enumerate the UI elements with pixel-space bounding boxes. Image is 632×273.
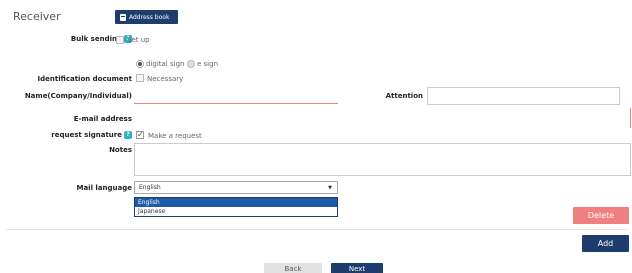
language-option-english[interactable]: English <box>135 198 337 207</box>
next-button[interactable]: Next <box>331 263 383 273</box>
attention-label: Attention <box>385 92 423 100</box>
request-signature-label: request signature? <box>51 131 132 139</box>
email-input[interactable] <box>134 108 631 128</box>
name-label: Name(Company/Individual) <box>24 92 132 100</box>
section-title: Receiver <box>13 10 61 23</box>
mail-language-dropdown: English Japanese <box>134 197 338 217</box>
chevron-down-icon: ▼ <box>328 184 332 191</box>
e-sign-label: e sign <box>197 60 219 68</box>
bulk-sending-option-label: Set up <box>127 36 150 44</box>
add-button[interactable]: Add <box>582 235 629 252</box>
language-option-japanese[interactable]: Japanese <box>135 207 337 216</box>
email-label: E-mail address <box>73 115 132 123</box>
divider <box>6 229 628 230</box>
mail-language-select[interactable]: English ▼ <box>134 181 338 194</box>
request-signature-option-label: Make a request <box>148 132 202 140</box>
name-input[interactable] <box>134 87 338 104</box>
digital-sign-radio[interactable] <box>136 60 144 68</box>
e-sign-radio[interactable] <box>187 60 195 68</box>
identification-label: Identification document <box>37 75 132 83</box>
bulk-sending-checkbox[interactable] <box>116 36 124 44</box>
notes-textarea[interactable] <box>134 143 631 176</box>
request-signature-help-icon[interactable]: ? <box>124 131 132 139</box>
bulk-sending-text: Bulk sending <box>70 35 122 43</box>
notes-label: Notes <box>109 146 132 154</box>
back-button[interactable]: Back <box>264 263 322 273</box>
address-book-label: Address book <box>129 13 170 21</box>
digital-sign-label: digital sign <box>146 60 185 68</box>
identification-option-label: Necessary <box>147 75 184 83</box>
request-signature-text: request signature <box>51 131 122 139</box>
request-signature-checkbox[interactable]: ✓ <box>136 131 144 139</box>
address-book-button[interactable]: Address book <box>115 10 178 24</box>
book-icon <box>120 13 126 21</box>
mail-language-value: English <box>139 184 161 191</box>
delete-button[interactable]: Delete <box>573 207 629 224</box>
attention-input[interactable] <box>427 87 620 105</box>
mail-language-label: Mail language <box>76 184 132 192</box>
identification-checkbox[interactable] <box>136 74 144 82</box>
